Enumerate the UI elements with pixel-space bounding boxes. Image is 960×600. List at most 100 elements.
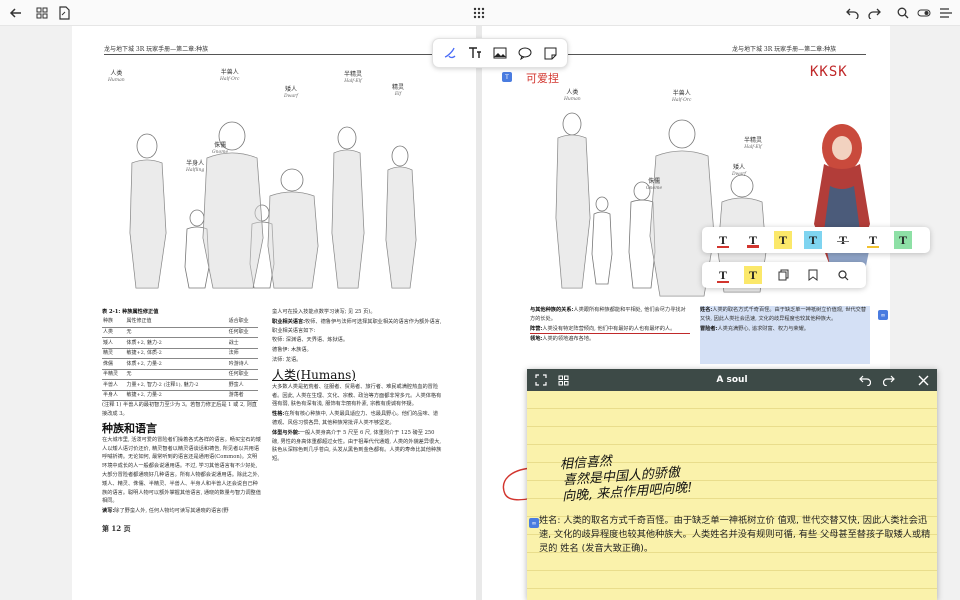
redo-icon[interactable] [866, 5, 882, 21]
figure-label: 精灵 Elf [392, 84, 405, 97]
grid-icon[interactable] [34, 5, 50, 21]
table-cell: 战士 [227, 337, 258, 349]
table-row: 半精灵无任何职业 [102, 369, 258, 381]
paragraph: 冒险者:人类充满野心, 追求财富、权力与荣耀。 [700, 325, 870, 334]
table-cell: 敏捷+2, 力量-2 [125, 390, 228, 402]
text-style-underline-red-bold[interactable]: T [744, 231, 762, 249]
search-icon[interactable] [895, 5, 911, 21]
paragraph-label: 领地: [530, 336, 543, 343]
menu-icon[interactable] [938, 5, 954, 21]
race-attribute-table: 种族 属性修正值 适合职业 人类无任何职业 矮人 体质+2, 魅力-2 战士 精灵 敏捷+… [102, 316, 258, 402]
bookmark-icon[interactable] [804, 266, 822, 284]
handwritten-note: 相信喜然 喜然是中国人的骄傲 向晚, 来点作用吧向晚! [559, 449, 693, 506]
text-box-annotation[interactable]: 可爱捏 [526, 70, 559, 86]
sticky-note-icon[interactable] [540, 43, 560, 63]
figure-label: 半精灵 Half-Elf [744, 137, 763, 150]
link-icon[interactable]: ∞ [878, 310, 888, 320]
header-rule [104, 54, 442, 55]
table-cell: 适合职业 [227, 316, 258, 328]
figure-label: 半兽人 Half-Orc [220, 69, 240, 82]
figure-label: 半身人 Halfling [186, 160, 205, 173]
table-row: 半身人 敏捷+2, 力量-2 游荡者 [102, 390, 258, 402]
paragraph: 牧师: 深渊语、天界语、炼狱语。 [272, 337, 349, 344]
left-column: 与其他种族的关系:人类跟所有种族都能和平相处, 他们会尽力寻找对方的长处。 阵营… [530, 306, 690, 345]
left-column: 表 2-1: 种族属性修正值 种族 属性修正值 适合职业 人类无任何职业 矮人 体质+… [102, 308, 262, 534]
arrow-left-icon[interactable] [8, 5, 24, 21]
text-tool-icon[interactable] [465, 43, 485, 63]
table-row: 种族 属性修正值 适合职业 [102, 316, 258, 328]
text-style-underline-yellow[interactable]: T [864, 231, 882, 249]
left-page: 龙与地下城 3R 玩家手册—第二章:种族 人类 Human 半兽人 Half-Orc… [72, 26, 476, 600]
sticky-note-header[interactable]: A soul [527, 369, 937, 391]
table-cell: 任何职业 [227, 327, 258, 339]
paragraph: 蛮人可在投入技能点数学习读写; 见 25 页)。 [272, 309, 376, 315]
text-style-strike[interactable]: T [834, 231, 852, 249]
page-header: 龙与地下城 3R 玩家手册—第二章:种族 [732, 46, 837, 53]
paragraph: 大多数人类是拓荒者、征服者、贸易者、旅行者、难民或满腔热血的冒险者。因此, 人类… [272, 383, 442, 408]
redo-icon[interactable] [881, 372, 897, 388]
right-column: 姓名:人类的取名方式千奇百怪。由于缺乏单一神祇树立价值观, 世代交替又快, 因此… [700, 306, 870, 334]
text-style-palette: T T T T T T T [702, 227, 930, 253]
apps-grid-icon[interactable] [471, 5, 487, 21]
close-icon[interactable] [915, 372, 931, 388]
page-number: 第 12 页 [102, 524, 131, 534]
undo-icon[interactable] [857, 372, 873, 388]
table-cell: 野蛮人 [227, 379, 258, 391]
link-icon[interactable]: ∞ [529, 518, 539, 528]
table-cell: 精灵 [102, 348, 126, 360]
table-cell: 属性修正值 [125, 316, 228, 328]
table-cell: 力量+2, 智力-2 (注释1), 魅力-2 [125, 379, 228, 391]
figure-label: 人类 Human [108, 70, 125, 83]
undo-icon[interactable] [844, 5, 860, 21]
table-row: 精灵 敏捷+2, 体质-2 法师 [102, 348, 258, 360]
sticky-note-panel[interactable]: A soul 相信喜然 喜然是中国人的骄傲 向晚, 来点作用吧向晚! ∞ 姓名:… [527, 369, 937, 600]
sticky-note-title: A soul [716, 375, 748, 385]
table-cell: 任何职业 [227, 369, 258, 381]
paragraph: 体型与外貌:一般人类身高介于 5 尺至 6 尺, 体重则介于 125 磅至 25… [272, 429, 442, 464]
sticky-note-text[interactable]: 姓名: 人类的取名方式千奇百怪。由于缺乏单一神祇树立价 值观, 世代交替又快, … [539, 514, 937, 556]
table-cell: 半身人 [102, 390, 126, 402]
figure-label: 侏儒 Gnome [212, 142, 229, 155]
figure-label: 矮人 Dwarf [732, 164, 746, 177]
table-row: 人类无任何职业 [102, 327, 258, 339]
paragraph: 阵营:人类没有特定阵营倾向, 他们中有最好的人也有最坏的人。 [530, 325, 690, 335]
text-style-highlight-yellow[interactable]: T [744, 266, 762, 284]
paragraph-text: 人类没有特定阵营倾向, 他们中有最好的人也有最坏的人。 [542, 325, 676, 332]
table-cell: 无 [125, 327, 228, 339]
table-cell: 人类 [102, 327, 126, 339]
handwriting-annotation[interactable]: KKSK [810, 64, 848, 80]
table-cell: 侏儒 [102, 358, 126, 370]
paragraph-text: 人类的领地遍布各地。 [542, 336, 595, 343]
text-style-underline-red[interactable]: T [714, 266, 732, 284]
table-note: (注释 1) 半兽人的最初智力至少为 3。若智力修正后是 1 或 2, 则直接改… [102, 402, 257, 418]
paragraph-label: 与其他种族的关系: [530, 307, 574, 313]
table-cell: 半兽人 [102, 379, 126, 391]
figure-label: 半精灵 Half-Elf [344, 71, 363, 84]
text-style-highlight-green[interactable]: T [894, 231, 912, 249]
paragraph: 与其他种族的关系:人类跟所有种族都能和平相处, 他们会尽力寻找对方的长处。 [530, 306, 690, 324]
search-icon[interactable] [834, 266, 852, 284]
figure-label: 侏儒 Gnome [646, 178, 663, 191]
lasso-pen-icon[interactable] [440, 43, 460, 63]
figure-label: 人类 Human [564, 89, 581, 102]
copy-icon[interactable] [774, 266, 792, 284]
section-note-label: 读写: [102, 508, 115, 515]
toggle-icon[interactable] [916, 5, 932, 21]
image-tool-icon[interactable] [490, 43, 510, 63]
text-box-handle-icon[interactable]: T [502, 72, 512, 82]
paragraph: 法师: 龙语。 [272, 356, 302, 363]
paragraph-label: 职业相关语言: [272, 318, 306, 325]
paragraph: 德鲁伊: 木族语。 [272, 347, 312, 354]
paragraph-label: 冒险者: [700, 325, 718, 332]
table-cell: 体质+2, 魅力-2 [125, 337, 228, 349]
section-title: 种族和语言 [102, 421, 157, 435]
document-export-icon[interactable] [56, 5, 72, 21]
paragraph: 领地:人类的领地遍布各地。 [530, 335, 690, 344]
text-style-highlight-blue[interactable]: T [804, 231, 822, 249]
comment-icon[interactable] [515, 43, 535, 63]
paragraph-text: 人类的取名方式千奇百怪。由于缺乏单一神祇树立价值观, 世代交替又快, 因此人类社… [700, 307, 867, 322]
text-style-highlight-yellow[interactable]: T [774, 231, 792, 249]
table-cell: 体质+2, 力量-2 [125, 358, 228, 370]
sticky-note-body[interactable]: 相信喜然 喜然是中国人的骄傲 向晚, 来点作用吧向晚! [527, 391, 937, 600]
text-style-underline-red[interactable]: T [714, 231, 732, 249]
